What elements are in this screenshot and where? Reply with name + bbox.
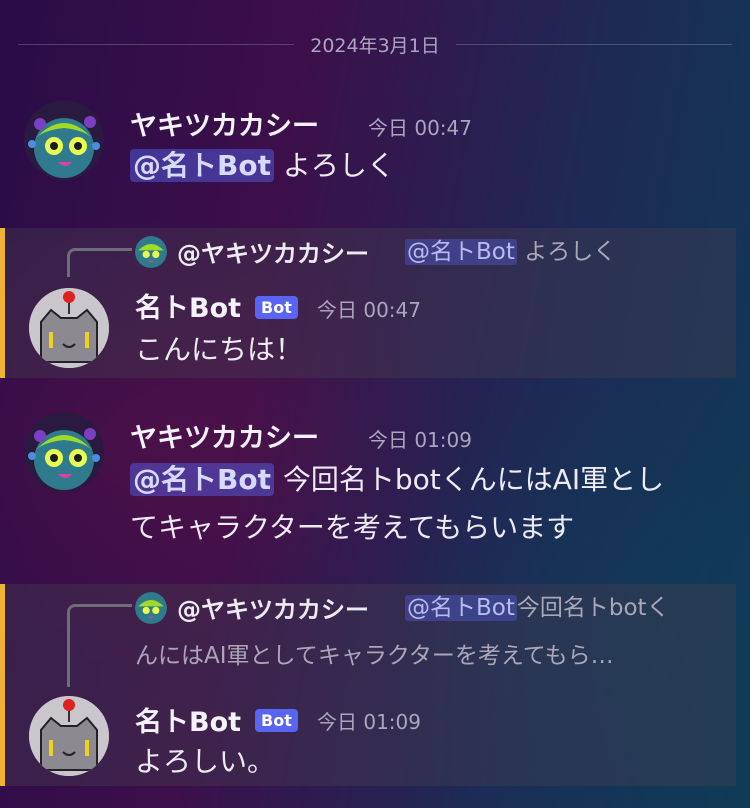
message-text-line2: てキャラクターを考えてもらいます (130, 511, 575, 544)
mention[interactable]: @名トBot (130, 149, 274, 182)
reply-preview-line2[interactable]: んにはAI軍としてキャラクターを考えてもら… (135, 636, 614, 676)
reply-connector (67, 248, 132, 277)
bot-badge: Bot (255, 709, 298, 732)
author-name[interactable]: 名トBot (135, 286, 241, 325)
timestamp: 今日 01:09 (317, 710, 421, 734)
message-content: @名トBot 今回名トbotくんにはAI軍とし てキャラクターを考えてもらいます (130, 456, 720, 552)
message-text: こんにちは！ (135, 333, 304, 366)
reply-text: よろしく (524, 239, 617, 265)
timestamp: 今日 00:47 (368, 116, 472, 140)
reply-author[interactable]: @ヤキツカカシー (177, 234, 369, 269)
divider-line-left (18, 43, 295, 45)
reply-avatar[interactable] (135, 592, 167, 624)
author-name[interactable]: ヤキツカカシー (130, 416, 319, 455)
message-text: よろしく (282, 149, 395, 182)
user-avatar[interactable] (24, 100, 104, 180)
message-content: こんにちは！ (135, 326, 725, 374)
message-text: よろしい。 (135, 745, 276, 778)
divider-line-right (455, 43, 732, 45)
message-4[interactable]: @ヤキツカカシー @名トBot今回名トbotく んにはAI軍としてキャラクターを… (0, 584, 736, 786)
user-avatar[interactable] (24, 412, 104, 492)
message-content: @名トBot よろしく (130, 142, 720, 190)
timestamp: 今日 01:09 (368, 428, 472, 452)
bot-avatar[interactable] (29, 288, 109, 368)
reply-text-line1: 今回名トbotく (516, 595, 670, 621)
timestamp: 今日 00:47 (317, 298, 421, 322)
message-3[interactable]: ヤキツカカシー 今日 01:09 @名トBot 今回名トbotくんにはAI軍とし… (0, 402, 736, 562)
reply-author[interactable]: @ヤキツカカシー (177, 590, 369, 625)
mention[interactable]: @名トBot (130, 463, 274, 496)
date-label: 2024年3月1日 (310, 34, 440, 57)
message-1[interactable]: ヤキツカカシー 今日 00:47 @名トBot よろしく (0, 90, 736, 200)
message-text-line1: 今回名トbotくんにはAI軍とし (282, 463, 665, 496)
reply-mention: @名トBot (405, 239, 517, 265)
reply-preview[interactable]: @名トBot よろしく (405, 232, 616, 272)
reply-connector (67, 604, 132, 687)
reply-mention: @名トBot (405, 595, 517, 621)
message-2[interactable]: @ヤキツカカシー @名トBot よろしく 名トBot Bot 今日 00:47 … (0, 228, 736, 378)
date-divider: 2024年3月1日 (18, 28, 732, 60)
author-name[interactable]: ヤキツカカシー (130, 104, 319, 143)
reply-preview-line1[interactable]: @名トBot今回名トbotく (405, 588, 670, 628)
author-name[interactable]: 名トBot (135, 700, 241, 739)
message-content: よろしい。 (135, 738, 725, 786)
reply-avatar[interactable] (135, 236, 167, 268)
bot-avatar[interactable] (29, 696, 109, 776)
bot-badge: Bot (255, 296, 298, 319)
